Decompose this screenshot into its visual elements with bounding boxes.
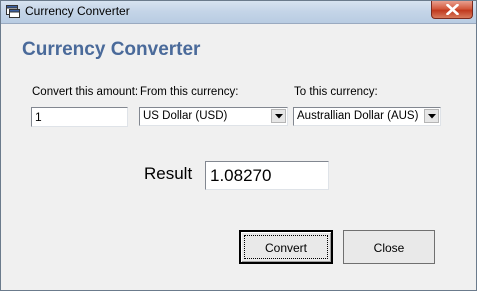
- close-button[interactable]: Close: [343, 230, 435, 264]
- amount-input[interactable]: 1: [31, 107, 128, 127]
- app-window: Currency Converter Currency Converter Co…: [0, 0, 477, 291]
- form-heading: Currency Converter: [22, 39, 201, 60]
- window-title: Currency Converter: [25, 4, 130, 18]
- convert-button-label: Convert: [264, 241, 308, 255]
- from-currency-dropdown-button[interactable]: [271, 109, 286, 123]
- from-currency-label: From this currency:: [140, 86, 239, 98]
- chevron-down-icon: [275, 114, 283, 119]
- close-button-label: Close: [373, 241, 405, 255]
- to-currency-dropdown-button[interactable]: [424, 109, 439, 123]
- convert-button[interactable]: Convert: [239, 230, 333, 264]
- chevron-down-icon: [428, 114, 436, 119]
- from-currency-select[interactable]: US Dollar (USD): [139, 107, 288, 126]
- app-icon: [6, 5, 20, 18]
- title-bar[interactable]: Currency Converter: [1, 1, 476, 24]
- to-currency-label: To this currency:: [294, 86, 378, 98]
- amount-label: Convert this amount:: [32, 86, 139, 98]
- result-label: Result: [144, 164, 193, 183]
- close-icon: [446, 4, 459, 15]
- from-currency-value: US Dollar (USD): [143, 110, 228, 122]
- window-close-button[interactable]: [431, 1, 473, 19]
- result-field[interactable]: 1.08270: [205, 161, 329, 190]
- to-currency-select[interactable]: Australlian Dollar (AUS): [293, 107, 441, 126]
- to-currency-value: Australlian Dollar (AUS): [297, 110, 419, 122]
